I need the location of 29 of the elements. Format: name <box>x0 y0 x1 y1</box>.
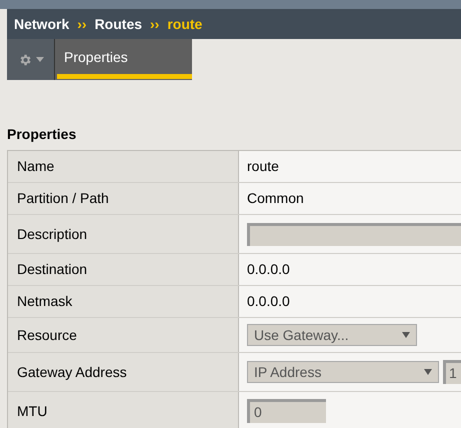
dropdown-caret-icon <box>402 332 410 338</box>
mtu-input[interactable]: 0 <box>247 399 326 423</box>
field-label: Partition / Path <box>17 189 109 208</box>
field-label: Name <box>17 157 54 176</box>
field-value: 0.0.0.0 <box>247 292 290 311</box>
dropdown-caret-icon <box>424 369 432 375</box>
field-label: MTU <box>17 402 48 420</box>
field-value: 0.0.0.0 <box>247 260 290 279</box>
description-input[interactable] <box>247 222 461 246</box>
breadcrumb-item[interactable]: Network <box>14 14 70 34</box>
section-title: Properties <box>7 125 78 144</box>
field-label: Destination <box>17 260 88 279</box>
field-label: Gateway Address <box>17 362 127 382</box>
breadcrumb-item: route <box>167 14 202 34</box>
resource-select[interactable]: Use Gateway... <box>247 324 417 346</box>
gateway-address-input[interactable]: 1 <box>443 360 461 384</box>
breadcrumb-separator: ›› <box>150 14 160 34</box>
breadcrumb-separator: ›› <box>77 14 87 34</box>
field-value: route <box>247 157 279 176</box>
breadcrumb-item[interactable]: Routes <box>94 14 142 34</box>
caret-icon <box>36 57 44 62</box>
field-label: Description <box>17 224 88 244</box>
settings-icon <box>18 52 32 66</box>
field-label: Netmask <box>17 292 72 311</box>
settings-menu-button[interactable] <box>7 39 55 80</box>
tab[interactable]: Properties <box>55 39 192 80</box>
field-label: Resource <box>17 326 77 344</box>
field-value: Common <box>247 189 304 208</box>
gateway-type-select[interactable]: IP Address <box>247 361 439 383</box>
